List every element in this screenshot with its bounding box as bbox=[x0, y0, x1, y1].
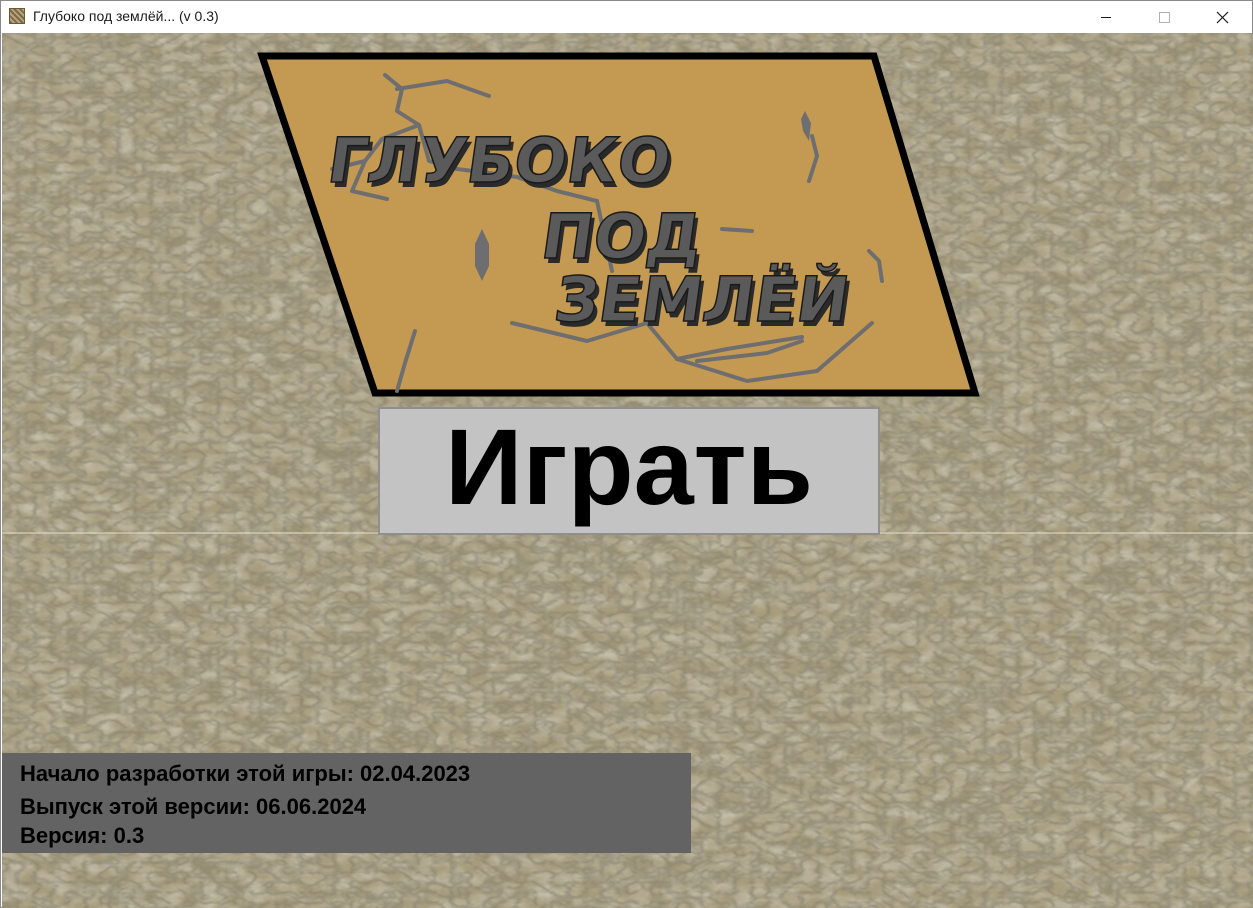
info-panel: Начало разработки этой игры: 02.04.2023 … bbox=[2, 753, 691, 853]
game-logo: ГЛУБОКО ГЛУБОКО ПОД ПОД ЗЕМЛЁЙ ЗЕМЛЁЙ bbox=[257, 52, 980, 397]
play-button-label: Играть bbox=[445, 406, 813, 527]
version-text: Версия: 0.3 bbox=[20, 823, 145, 848]
game-window: Глубоко под землёй... (v 0.3) ГЛУБОКО ГЛ… bbox=[0, 0, 1253, 908]
logo-line3: ЗЕМЛЁЙ bbox=[550, 263, 854, 336]
maximize-button[interactable] bbox=[1135, 1, 1193, 33]
minimize-button[interactable] bbox=[1077, 1, 1135, 33]
dev-start-text: Начало разработки этой игры: 02.04.2023 bbox=[20, 761, 471, 786]
game-viewport: ГЛУБОКО ГЛУБОКО ПОД ПОД ЗЕМЛЁЙ ЗЕМЛЁЙ Иг… bbox=[2, 33, 1253, 908]
logo-line1: ГЛУБОКО bbox=[323, 124, 675, 197]
close-button[interactable] bbox=[1193, 1, 1251, 33]
play-button[interactable]: Играть bbox=[378, 407, 880, 535]
close-icon bbox=[1216, 11, 1229, 24]
window-title: Глубоко под землёй... (v 0.3) bbox=[33, 8, 219, 24]
maximize-icon bbox=[1159, 12, 1170, 23]
logo-line2: ПОД bbox=[537, 200, 707, 273]
title-bar[interactable]: Глубоко под землёй... (v 0.3) bbox=[1, 1, 1252, 33]
minimize-icon bbox=[1101, 17, 1111, 18]
stone-texture-icon bbox=[9, 8, 25, 24]
release-date-text: Выпуск этой версии: 06.06.2024 bbox=[20, 794, 367, 819]
